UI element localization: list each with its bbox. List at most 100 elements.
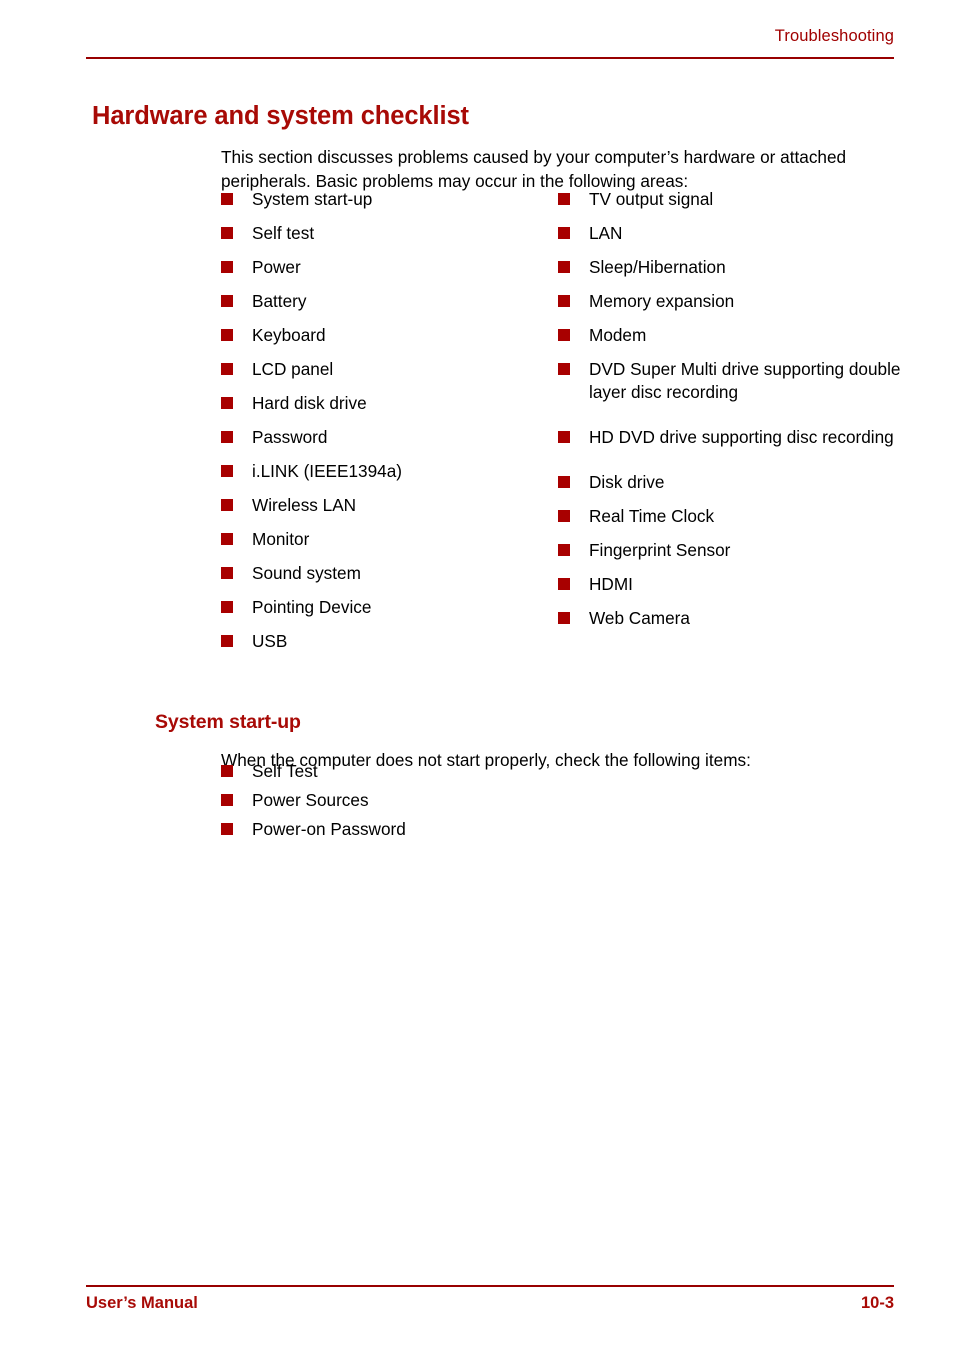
list-item: Self test [221, 222, 541, 245]
square-bullet-icon [221, 397, 233, 409]
list-item-label: System start-up [252, 189, 373, 209]
square-bullet-icon [221, 227, 233, 239]
square-bullet-icon [221, 601, 233, 613]
square-bullet-icon [558, 544, 570, 556]
list-item-label: Web Camera [589, 608, 690, 628]
square-bullet-icon [558, 227, 570, 239]
square-bullet-icon [221, 329, 233, 341]
page-footer: User’s Manual 10-3 [86, 1292, 894, 1316]
square-bullet-icon [558, 329, 570, 341]
square-bullet-icon [221, 765, 233, 777]
square-bullet-icon [558, 261, 570, 273]
list-item: i.LINK (IEEE1394a) [221, 460, 541, 483]
square-bullet-icon [221, 533, 233, 545]
list-item-label: Password [252, 427, 328, 447]
square-bullet-icon [221, 567, 233, 579]
list-item: Sound system [221, 562, 541, 585]
list-item-label: Power-on Password [252, 819, 406, 839]
running-header: Troubleshooting [86, 26, 894, 46]
list-item: LAN [558, 222, 918, 245]
list-item: DVD Super Multi drive supporting double … [558, 358, 918, 404]
square-bullet-icon [558, 476, 570, 488]
list-item-label: Self test [252, 223, 315, 243]
list-item-label: Fingerprint Sensor [589, 540, 731, 560]
running-header-title: Troubleshooting [774, 27, 894, 45]
list-item-label: USB [252, 631, 288, 651]
intro-paragraph: This section discusses problems caused b… [221, 147, 847, 192]
list-item-label: DVD Super Multi drive supporting double … [589, 359, 901, 402]
list-item-label: i.LINK (IEEE1394a) [252, 461, 402, 481]
list-item: Password [221, 426, 541, 449]
footer-document-title: User’s Manual [86, 1294, 198, 1312]
list-item: Modem [558, 324, 918, 347]
list-item-label: TV output signal [589, 189, 714, 209]
checklist-column-right: TV output signal LAN Sleep/Hibernation M… [558, 188, 918, 641]
list-item-label: LAN [589, 223, 623, 243]
list-item-label: Pointing Device [252, 597, 372, 617]
list-item: HDMI [558, 573, 918, 596]
list-item: TV output signal [558, 188, 918, 211]
list-item: Memory expansion [558, 290, 918, 313]
system-start-up-list: Self Test Power Sources Power-on Passwor… [221, 760, 641, 847]
list-item-label: LCD panel [252, 359, 334, 379]
square-bullet-icon [558, 295, 570, 307]
list-item: Hard disk drive [221, 392, 541, 415]
header-divider [86, 57, 894, 59]
section-heading-system-start-up: System start-up [155, 711, 301, 734]
list-item: Monitor [221, 528, 541, 551]
list-item-label: Self Test [252, 761, 318, 781]
list-item: Sleep/Hibernation [558, 256, 918, 279]
list-item: Self Test [221, 760, 641, 783]
list-item-label: HD DVD drive supporting disc recording [589, 427, 894, 447]
list-item-label: Power [252, 257, 301, 277]
square-bullet-icon [221, 261, 233, 273]
footer-divider [86, 1285, 894, 1287]
list-item: Keyboard [221, 324, 541, 347]
square-bullet-icon [558, 612, 570, 624]
square-bullet-icon [558, 193, 570, 205]
list-item-label: Wireless LAN [252, 495, 357, 515]
list-item: Power [221, 256, 541, 279]
list-item: Real Time Clock [558, 505, 918, 528]
list-item: Pointing Device [221, 596, 541, 619]
list-item-label: Modem [589, 325, 647, 345]
manual-page: Troubleshooting Hardware and system chec… [0, 0, 954, 1351]
list-item-label: Disk drive [589, 472, 665, 492]
list-item: Battery [221, 290, 541, 313]
square-bullet-icon [558, 431, 570, 443]
list-item-label: Hard disk drive [252, 393, 367, 413]
list-item: System start-up [221, 188, 541, 211]
list-item-label: Monitor [252, 529, 310, 549]
list-item-label: Sleep/Hibernation [589, 257, 726, 277]
square-bullet-icon [221, 794, 233, 806]
page-title: Hardware and system checklist [92, 102, 469, 131]
square-bullet-icon [558, 578, 570, 590]
square-bullet-icon [221, 465, 233, 477]
list-item-label: Battery [252, 291, 307, 311]
square-bullet-icon [221, 431, 233, 443]
list-item: Power-on Password [221, 818, 641, 841]
square-bullet-icon [221, 295, 233, 307]
list-item-label: Memory expansion [589, 291, 735, 311]
list-item: Wireless LAN [221, 494, 541, 517]
list-item-label: HDMI [589, 574, 633, 594]
square-bullet-icon [558, 510, 570, 522]
list-item: Fingerprint Sensor [558, 539, 918, 562]
footer-page-number: 10-3 [860, 1294, 894, 1312]
list-item-label: Sound system [252, 563, 361, 583]
square-bullet-icon [221, 363, 233, 375]
square-bullet-icon [221, 499, 233, 511]
list-item: HD DVD drive supporting disc recording [558, 426, 918, 449]
square-bullet-icon [221, 193, 233, 205]
checklist-column-left: System start-up Self test Power Battery … [221, 188, 541, 664]
list-item: LCD panel [221, 358, 541, 381]
list-item: Disk drive [558, 471, 918, 494]
list-item: Power Sources [221, 789, 641, 812]
list-item: USB [221, 630, 541, 653]
square-bullet-icon [221, 635, 233, 647]
square-bullet-icon [221, 823, 233, 835]
list-item-label: Power Sources [252, 790, 369, 810]
list-item-label: Keyboard [252, 325, 326, 345]
square-bullet-icon [558, 363, 570, 375]
list-item: Web Camera [558, 607, 918, 630]
